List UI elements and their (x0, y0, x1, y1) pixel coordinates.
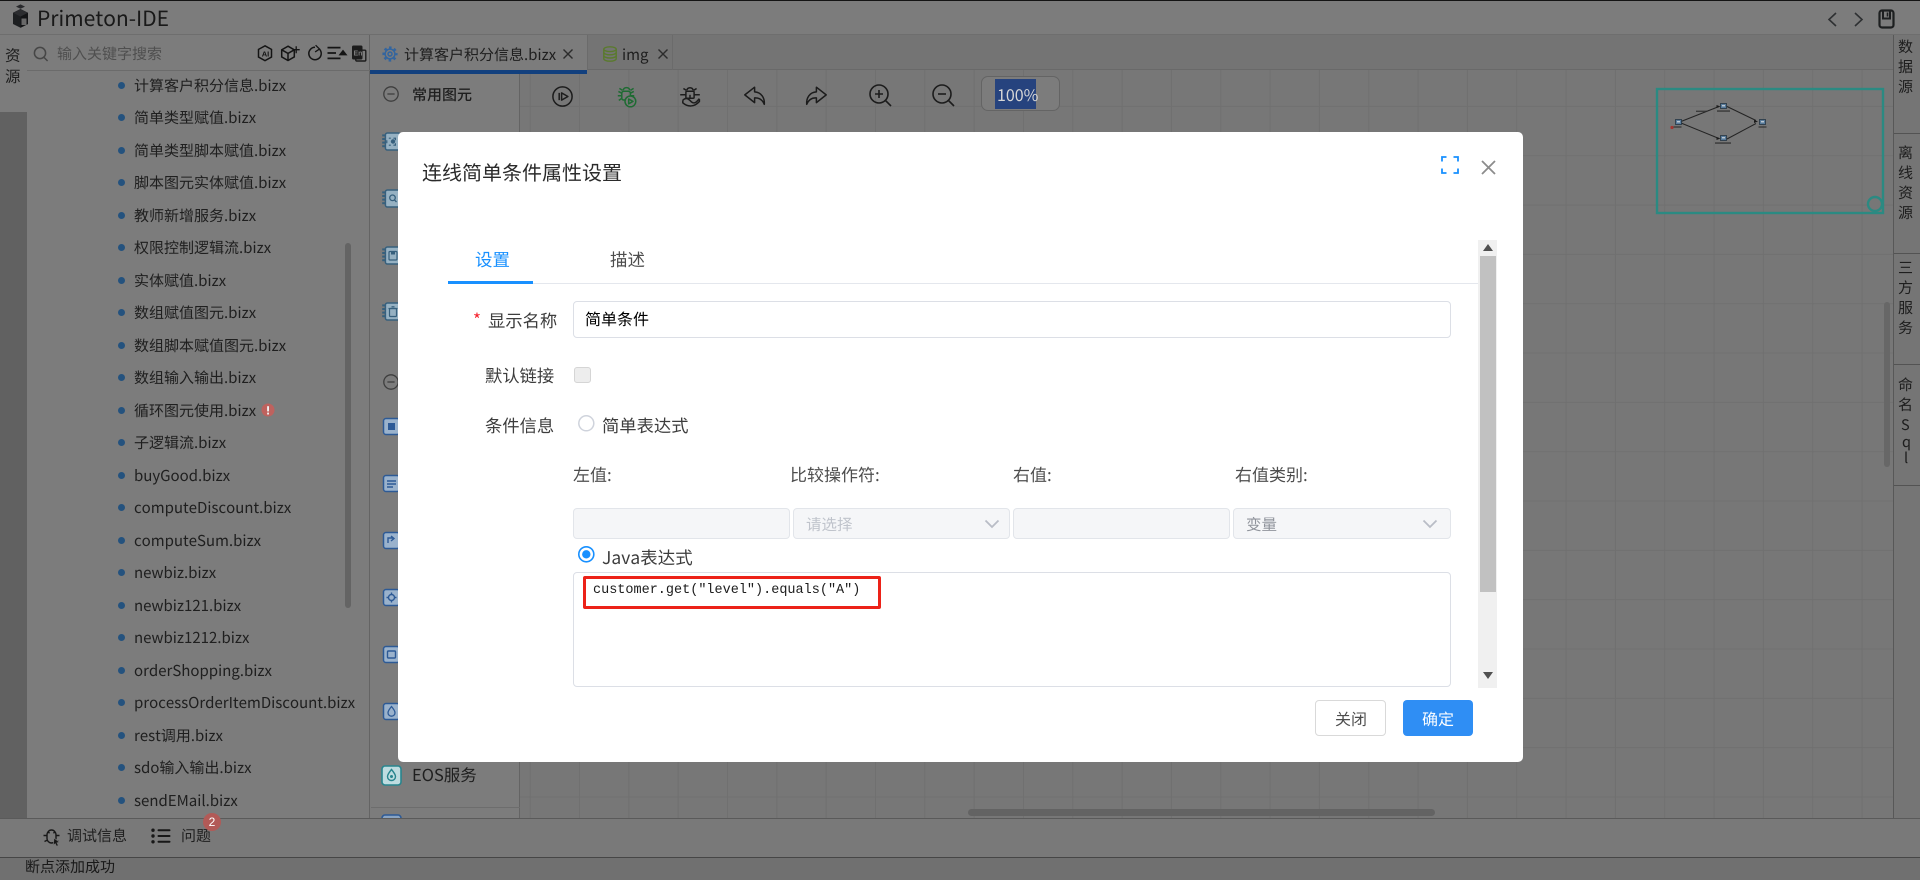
svg-text:En: En (354, 51, 363, 58)
svg-text:AI: AI (262, 49, 270, 58)
